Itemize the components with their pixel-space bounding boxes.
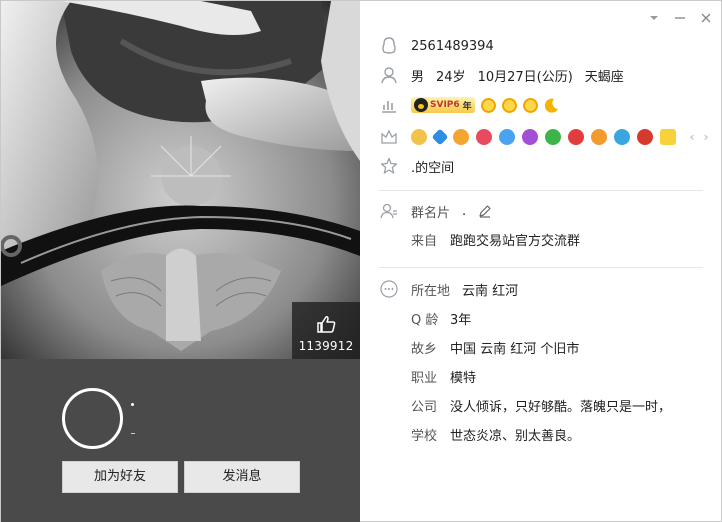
- star-icon: [499, 129, 515, 145]
- divider: [379, 267, 703, 268]
- sun-level-icon: [480, 97, 496, 113]
- like-counter[interactable]: 1139912: [292, 302, 360, 359]
- svip-badge: SVIP6 年: [411, 97, 475, 113]
- star-outline-icon: [379, 156, 399, 176]
- level-badges[interactable]: SVIP6 年: [411, 97, 565, 113]
- group-from-value[interactable]: 跑跑交易站官方交流群: [450, 230, 580, 249]
- age: 24岁: [436, 69, 466, 85]
- qage-label: Q 龄: [411, 312, 439, 328]
- avatar[interactable]: [62, 388, 123, 449]
- left-panel: 1139912 . - 加为好友 发消息: [1, 1, 360, 522]
- job-label: 职业: [411, 370, 438, 386]
- gift-icon: [545, 129, 561, 145]
- game-icon: [453, 129, 469, 145]
- person-icon: [379, 65, 399, 85]
- crown-icon: [379, 127, 399, 147]
- space-row: .的空间: [379, 155, 454, 177]
- svip-year: 年: [462, 101, 472, 112]
- location-label: 所在地: [411, 283, 451, 299]
- company-row: 公司 没人倾诉，只好够酷。落魄只是一时，: [379, 394, 671, 416]
- shield-icon: [568, 129, 584, 145]
- dropdown-icon[interactable]: [645, 9, 663, 27]
- minimize-icon[interactable]: [671, 9, 689, 27]
- level-row: SVIP6 年: [379, 94, 565, 116]
- send-message-button[interactable]: 发消息: [184, 461, 300, 493]
- gender: 男: [411, 69, 425, 85]
- location-row: 所在地 云南 红河: [379, 278, 518, 300]
- location-value: 云南 红河: [462, 283, 519, 299]
- job-value: 模特: [450, 370, 477, 386]
- group-card-row: 群名片 .: [379, 200, 492, 222]
- thumb-up-icon: [317, 316, 336, 333]
- penguin-icon: [379, 36, 399, 56]
- group-source-row: 来自 跑跑交易站官方交流群: [379, 228, 580, 250]
- svip-label: SVIP6: [430, 100, 460, 110]
- group-card-value: .: [462, 203, 467, 219]
- close-icon[interactable]: [697, 9, 715, 27]
- hometown-label: 故乡: [411, 341, 438, 357]
- privileges-row: ‹ ›: [379, 126, 711, 148]
- hometown-value: 中国 云南 红河 个旧市: [450, 341, 580, 357]
- pet-icon: [591, 129, 607, 145]
- gem-icon: [660, 129, 676, 145]
- privilege-badges[interactable]: ‹ ›: [411, 128, 711, 146]
- group-card-label: 群名片: [411, 205, 451, 221]
- level-chart-icon: [379, 95, 399, 115]
- cover-photo[interactable]: 1139912: [1, 1, 360, 359]
- moon-level-icon: [544, 98, 558, 113]
- fire-icon: [637, 129, 653, 145]
- company-value: 没人倾诉，只好够酷。落魄只是一时，: [450, 399, 672, 415]
- qzone-link[interactable]: .的空间: [411, 157, 454, 176]
- sun-level-icon: [501, 97, 517, 113]
- birthday: 10月27日(公历): [477, 69, 573, 85]
- divider: [379, 190, 703, 191]
- qq-number[interactable]: 2561489394: [411, 39, 494, 54]
- school-label: 学校: [411, 428, 438, 444]
- group-from-label: 来自: [411, 233, 438, 249]
- zodiac: 天蝎座: [584, 69, 624, 85]
- company-label: 公司: [411, 399, 438, 415]
- more-icon: [379, 279, 399, 299]
- diamond-icon: [431, 128, 449, 146]
- profile-window: 1139912 . - 加为好友 发消息 2561489394 男: [0, 0, 722, 522]
- sun-level-icon: [522, 97, 538, 113]
- cloud-icon: [614, 129, 630, 145]
- qage-row: Q 龄 3年: [379, 307, 471, 329]
- add-friend-button[interactable]: 加为好友: [62, 461, 178, 493]
- like-count: 1139912: [298, 339, 354, 353]
- hometown-row: 故乡 中国 云南 红河 个旧市: [379, 336, 579, 358]
- nickname: [131, 403, 134, 406]
- school-row: 学校 世态炎凉、别太善良。: [379, 423, 580, 445]
- group-card-icon: [379, 201, 399, 221]
- qage-value: 3年: [450, 312, 472, 328]
- music-icon: [522, 129, 538, 145]
- chevron-left-icon[interactable]: ‹: [687, 130, 697, 144]
- signature: [131, 433, 135, 434]
- qq-vip-icon: [411, 129, 427, 145]
- basic-info-row: 男 24岁 10月27日(公历) 天蝎座: [379, 64, 624, 86]
- heart-icon: [476, 129, 492, 145]
- svip-penguin-icon: [414, 98, 428, 112]
- chevron-right-icon[interactable]: ›: [701, 130, 711, 144]
- profile-summary: . - 加为好友 发消息: [1, 359, 360, 522]
- school-value: 世态炎凉、别太善良。: [450, 428, 581, 444]
- qq-number-row: 2561489394: [379, 35, 494, 57]
- job-row: 职业 模特: [379, 365, 476, 387]
- edit-icon[interactable]: [478, 204, 492, 218]
